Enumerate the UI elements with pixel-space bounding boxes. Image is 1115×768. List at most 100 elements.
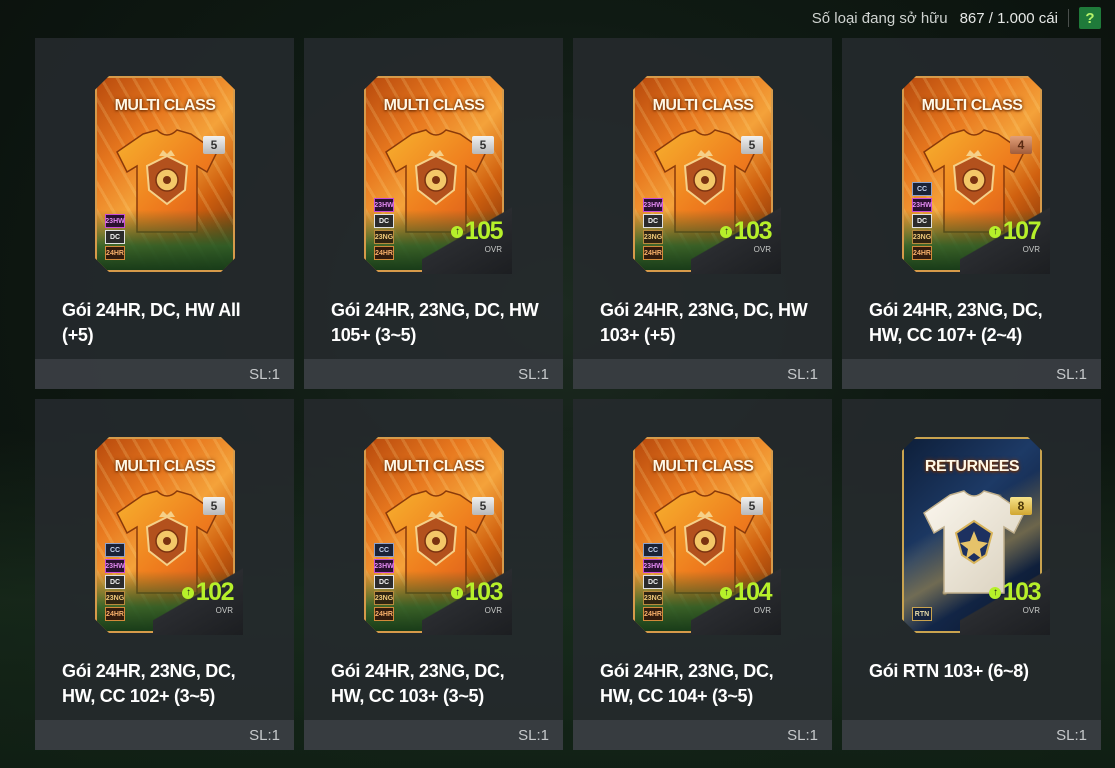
pack-tile[interactable]: MULTI CLASS 4 CC 23HW DC 23NG 24HR ↑ 107 OVR …: [842, 38, 1101, 389]
ovr-value: 104: [733, 578, 773, 606]
pack-badge: 24HR: [105, 246, 125, 260]
rank-badge: 5: [472, 136, 494, 154]
pack-badge: CC: [374, 543, 394, 557]
pack-badge: 24HR: [643, 246, 663, 260]
season-badges: 23HW DC 24HR: [105, 214, 125, 260]
pack-badge: DC: [105, 575, 125, 589]
season-badges: 23HW DC 23NG 24HR: [643, 198, 663, 260]
pack-tile[interactable]: RETURNEES 8 RTN ↑ 103 OVR Gói RTN 103+ (6…: [842, 399, 1101, 750]
pack-tile[interactable]: MULTI CLASS 5 CC 23HW DC 23NG 24HR ↑ 104 OVR …: [573, 399, 832, 750]
owned-types-count: 867 / 1.000 cái: [959, 9, 1058, 27]
pack-card-art: MULTI CLASS 5 23HW DC 24HR: [95, 76, 235, 272]
quantity-label: SL:1: [249, 365, 280, 383]
ovr-label: OVR: [484, 606, 502, 615]
pack-tile[interactable]: MULTI CLASS 5 23HW DC 24HR Gói 24HR, DC, H…: [35, 38, 294, 389]
quantity-bar: SL:1: [304, 720, 563, 750]
pack-badge: DC: [105, 230, 125, 244]
pack-card: RETURNEES 8 RTN ↑ 103 OVR: [902, 437, 1050, 637]
ovr-label: OVR: [753, 245, 771, 254]
rank-badge: 5: [472, 497, 494, 515]
pack-tile[interactable]: MULTI CLASS 5 CC 23HW DC 23NG 24HR ↑ 102 OVR …: [35, 399, 294, 750]
pack-badge: 23HW: [374, 198, 394, 212]
season-badges: CC 23HW DC 23NG 24HR: [374, 543, 394, 621]
ovr-value: 103: [733, 217, 773, 245]
pack-name: Gói 24HR, 23NG, DC, HW, CC 102+ (3~5): [62, 661, 236, 706]
pack-card: MULTI CLASS 5 23HW DC 23NG 24HR ↑ 105 OVR: [364, 76, 512, 276]
season-badges: RTN: [912, 607, 932, 621]
pack-tile[interactable]: MULTI CLASS 5 CC 23HW DC 23NG 24HR ↑ 103 OVR …: [304, 399, 563, 750]
card-title: MULTI CLASS: [652, 458, 754, 475]
quantity-label: SL:1: [1056, 365, 1087, 383]
ovr-label: OVR: [1022, 606, 1040, 615]
ovr-label: OVR: [215, 606, 233, 615]
card-title: MULTI CLASS: [383, 97, 485, 114]
ovr-block: ↑ 103 OVR: [988, 578, 1042, 615]
ovr-value: 105: [464, 217, 504, 245]
ovr-label: OVR: [753, 606, 771, 615]
pack-badge: 23HW: [105, 559, 125, 573]
pack-card: MULTI CLASS 5 CC 23HW DC 23NG 24HR ↑ 103 OVR: [364, 437, 512, 637]
season-badges: CC 23HW DC 23NG 24HR: [105, 543, 125, 621]
pack-card: MULTI CLASS 4 CC 23HW DC 23NG 24HR ↑ 107 OVR: [902, 76, 1050, 276]
pack-badge: 23HW: [105, 214, 125, 228]
pack-badge: 23HW: [374, 559, 394, 573]
card-title: MULTI CLASS: [921, 97, 1023, 114]
ovr-value: 103: [1002, 578, 1042, 606]
ovr-value: 103: [464, 578, 504, 606]
divider: [1068, 9, 1069, 27]
pack-badge: DC: [643, 214, 663, 228]
quantity-label: SL:1: [787, 365, 818, 383]
pack-card: MULTI CLASS 5 23HW DC 23NG 24HR ↑ 103 OVR: [633, 76, 781, 276]
pack-name: Gói 24HR, 23NG, DC, HW, CC 103+ (3~5): [331, 661, 505, 706]
pack-card: MULTI CLASS 5 CC 23HW DC 23NG 24HR ↑ 102 OVR: [95, 437, 243, 637]
pack-badge: 23NG: [374, 230, 394, 244]
pack-badge: DC: [912, 214, 932, 228]
card-title: MULTI CLASS: [114, 458, 216, 475]
quantity-label: SL:1: [787, 726, 818, 744]
pack-badge: DC: [374, 214, 394, 228]
pack-grid: MULTI CLASS 5 23HW DC 24HR Gói 24HR, DC, H…: [35, 38, 1101, 750]
season-badges: 23HW DC 23NG 24HR: [374, 198, 394, 260]
ovr-block: ↑ 107 OVR: [988, 219, 1042, 254]
owned-types-label: Số loại đang sở hữu: [811, 9, 948, 27]
pack-badge: DC: [643, 575, 663, 589]
quantity-bar: SL:1: [35, 720, 294, 750]
quantity-bar: SL:1: [304, 359, 563, 389]
ovr-block: ↑ 103 OVR: [450, 578, 504, 615]
quantity-label: SL:1: [518, 726, 549, 744]
ovr-block: ↑ 104 OVR: [719, 578, 773, 615]
quantity-label: SL:1: [518, 365, 549, 383]
ovr-label: OVR: [484, 245, 502, 254]
pack-tile[interactable]: MULTI CLASS 5 23HW DC 23NG 24HR ↑ 103 OVR Gó…: [573, 38, 832, 389]
pack-badge: 24HR: [374, 246, 394, 260]
up-arrow-icon: ↑: [450, 225, 463, 238]
ovr-label: OVR: [1022, 245, 1040, 254]
pack-name: Gói 24HR, 23NG, DC, HW, CC 104+ (3~5): [600, 661, 774, 706]
pack-badge: 23NG: [643, 230, 663, 244]
pack-name: Gói 24HR, DC, HW All (+5): [62, 300, 241, 345]
pack-badge: 23NG: [374, 591, 394, 605]
quantity-label: SL:1: [1056, 726, 1087, 744]
ovr-block: ↑ 103 OVR: [719, 217, 773, 254]
up-arrow-icon: ↑: [719, 586, 732, 599]
pack-name: Gói RTN 103+ (6~8): [869, 661, 1029, 681]
card-title: RETURNEES: [924, 458, 1020, 475]
ovr-block: ↑ 105 OVR: [450, 217, 504, 254]
card-title: MULTI CLASS: [652, 97, 754, 114]
up-arrow-icon: ↑: [450, 586, 463, 599]
pack-tile[interactable]: MULTI CLASS 5 23HW DC 23NG 24HR ↑ 105 OVR Gó…: [304, 38, 563, 389]
quantity-bar: SL:1: [573, 720, 832, 750]
quantity-bar: SL:1: [842, 720, 1101, 750]
pack-badge: CC: [643, 543, 663, 557]
pack-badge: DC: [374, 575, 394, 589]
rank-badge: 8: [1010, 497, 1032, 515]
ovr-block: ↑ 102 OVR: [181, 578, 235, 615]
pack-name: Gói 24HR, 23NG, DC, HW 103+ (+5): [600, 300, 808, 345]
rank-badge: 5: [203, 136, 225, 154]
ovr-value: 102: [195, 578, 235, 606]
pack-badge: 23HW: [643, 198, 663, 212]
card-title: MULTI CLASS: [383, 458, 485, 475]
help-button[interactable]: ?: [1079, 7, 1101, 29]
season-badges: CC 23HW DC 23NG 24HR: [643, 543, 663, 621]
pack-badge: 23HW: [912, 198, 932, 212]
